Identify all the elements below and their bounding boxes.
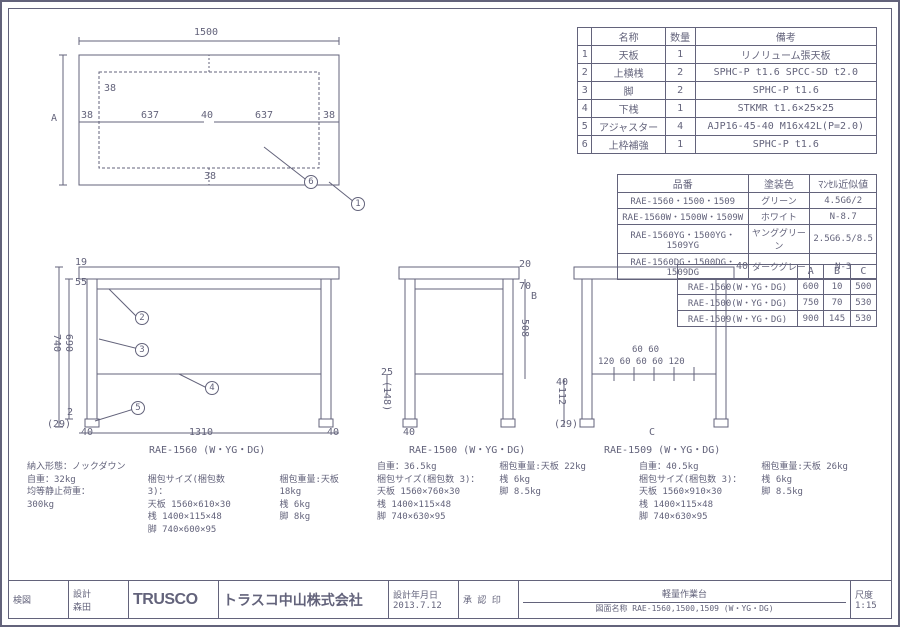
dim-a: A — [51, 113, 57, 124]
dim-637b: 637 — [255, 110, 273, 121]
dim-19: 19 — [75, 257, 87, 268]
bom-head-no — [578, 28, 592, 46]
side-view: 20 70 B 508 25 (148) 40 RAE-1500 (W・YG・D… — [379, 249, 539, 442]
drawn-cell: 設計森田 — [69, 581, 129, 618]
dim-740: 740 — [51, 334, 62, 352]
drawing-sheet: 名称数量備考 1天板1リノリューム張天板 2上横桟2SPHC-P t1.6 SP… — [0, 0, 900, 627]
drawing-name-cell: 軽量作業台 図面名称 RAE-1560,1500,1509 (W・YG・DG) — [519, 581, 851, 618]
balloon-1: 1 — [351, 197, 365, 211]
dim-38b: 38 — [323, 110, 335, 121]
bom-row: 4下桟1STKMR t1.6×25×25 — [578, 100, 877, 118]
approval-cell: 承 認 印 — [459, 581, 519, 618]
dim-637: 637 — [141, 110, 159, 121]
front-view: 19 55 2 740 690 (29) 40 1310 40 2 3 4 5 … — [39, 249, 369, 442]
dim-25: 25 — [381, 367, 393, 378]
bom-row: 2上横桟2SPHC-P t1.6 SPCC-SD t2.0 — [578, 64, 877, 82]
spec-1560: 納入形態：ノックダウン 自重：32kg 均等静止荷重：300kg 梱包サイズ(梱… — [27, 461, 357, 537]
color-row: RAE-1560・1500・1509グリーン4.5G6/2 — [618, 193, 877, 209]
dim-2: 2 — [67, 407, 73, 418]
dim-20: 20 — [519, 259, 531, 270]
dim-148: (148) — [381, 381, 392, 411]
dim-c: C — [649, 427, 655, 438]
dim-b: B — [531, 291, 537, 302]
drawing-frame: 名称数量備考 1天板1リノリューム張天板 2上横桟2SPHC-P t1.6 SP… — [8, 8, 892, 619]
dim-38v2: 38 — [204, 171, 216, 182]
trusco-logo: TRUSCO — [133, 591, 214, 609]
spec-1500: 自重：36.5kg 梱包サイズ(梱包数 3)： 天板 1560×760×30 桟… — [377, 461, 637, 524]
logo-cell: TRUSCO — [129, 581, 219, 618]
dim-e29: (29) — [554, 419, 578, 430]
balloon-4: 4 — [205, 381, 219, 395]
dim-40r: 40 — [327, 427, 339, 438]
dim-40l: 40 — [81, 427, 93, 438]
dim-38: 38 — [81, 110, 93, 121]
balloon-2: 2 — [135, 311, 149, 325]
spec-1509: 自重：40.5kg 梱包サイズ(梱包数 3)： 天板 1560×910×30 桟… — [639, 461, 889, 524]
bom-head-name: 名称 — [592, 28, 665, 46]
dim-e40: 40 — [736, 261, 748, 272]
top-view: 1500 38 637 40 637 38 38 38 A 6 1 — [49, 27, 369, 220]
dim-edims: 120 60 60 60 120 — [598, 357, 685, 367]
color-row: RAE-1560W・1500W・1509WホワイトN-8.7 — [618, 209, 877, 225]
end-view: 40 60 60 120 60 60 60 120 112 (29) 40 C … — [554, 249, 754, 442]
balloon-3: 3 — [135, 343, 149, 357]
bom-head-qty: 数量 — [665, 28, 695, 46]
scale-cell: 尺度1:15 — [851, 581, 891, 618]
date-cell: 設計年月日2013.7.12 — [389, 581, 459, 618]
dim-112: 112 — [556, 387, 567, 405]
bom-row: 1天板1リノリューム張天板 — [578, 46, 877, 64]
dim-s40: 40 — [403, 427, 415, 438]
bom-table: 名称数量備考 1天板1リノリューム張天板 2上横桟2SPHC-P t1.6 SP… — [577, 27, 877, 154]
model-label-1509: RAE-1509 (W・YG・DG) — [604, 441, 720, 456]
dim-29: (29) — [47, 419, 71, 430]
dim-40: 40 — [201, 110, 213, 121]
dim-38v: 38 — [104, 83, 116, 94]
company-cell: トラスコ中山株式会社 — [219, 581, 389, 618]
dim-e40b: 40 — [556, 377, 568, 388]
bom-row: 5アジャスター4AJP16-45-40 M16x42L(P=2.0) — [578, 118, 877, 136]
dim-70: 70 — [519, 281, 531, 292]
dim-55: 55 — [75, 277, 87, 288]
bom-head-rmk: 備考 — [695, 28, 876, 46]
balloon-5: 5 — [131, 401, 145, 415]
title-block: 検図 設計森田 TRUSCO トラスコ中山株式会社 設計年月日2013.7.12… — [9, 580, 891, 618]
dim-508: 508 — [519, 319, 530, 337]
dim-690: 690 — [63, 334, 74, 352]
dim-1500: 1500 — [194, 27, 218, 38]
dim-e60: 60 60 — [632, 345, 659, 355]
bom-row: 6上枠補強1SPHC-P t1.6 — [578, 136, 877, 154]
model-label-1560: RAE-1560 (W・YG・DG) — [149, 441, 265, 456]
dim-1310: 1310 — [189, 427, 213, 438]
balloon-6: 6 — [304, 175, 318, 189]
checked-cell: 検図 — [9, 581, 69, 618]
model-label-1500: RAE-1500 (W・YG・DG) — [409, 441, 525, 456]
bom-row: 3脚2SPHC-P t1.6 — [578, 82, 877, 100]
